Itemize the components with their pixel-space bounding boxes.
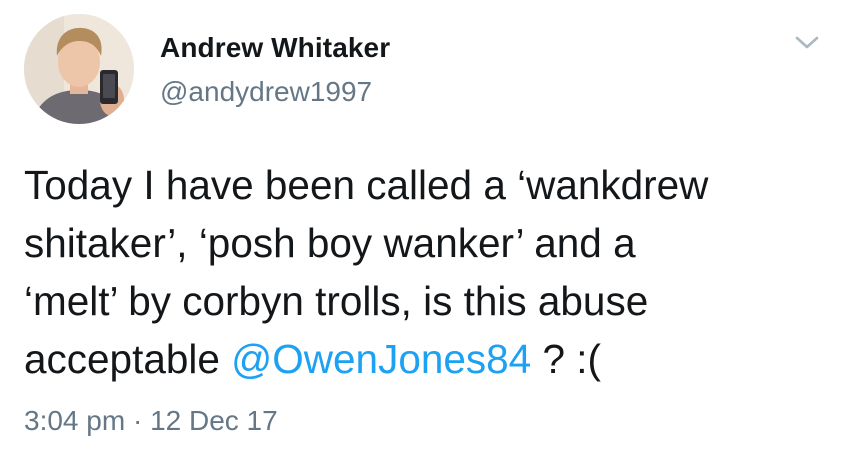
chevron-down-icon[interactable] xyxy=(793,33,821,53)
tweet-text-fragment: ? :( xyxy=(531,336,601,382)
tweet-card: Andrew Whitaker @andydrew1997 Today I ha… xyxy=(0,0,842,462)
tweet-text-fragment: acceptable xyxy=(24,336,232,382)
author-display-name[interactable]: Andrew Whitaker xyxy=(160,32,390,64)
tweet-date[interactable]: 12 Dec 17 xyxy=(150,405,278,436)
tweet-text-line: Today I have been called a ‘wankdrew xyxy=(24,162,709,208)
avatar[interactable] xyxy=(24,14,134,124)
tweet-text-line: shitaker’, ‘posh boy wanker’ and a xyxy=(24,220,636,266)
tweet-text-line-last: acceptable @OwenJones84 ? :( xyxy=(24,330,824,388)
avatar-image xyxy=(24,14,134,124)
tweet-meta: 3:04 pm · 12 Dec 17 xyxy=(24,405,278,437)
tweet-time[interactable]: 3:04 pm xyxy=(24,405,125,436)
tweet-text-line: ‘melt’ by corbyn trolls, is this abuse xyxy=(24,278,649,324)
tweet-text: Today I have been called a ‘wankdrew shi… xyxy=(24,156,824,388)
mention-link[interactable]: @OwenJones84 xyxy=(231,336,531,382)
meta-separator: · xyxy=(125,405,151,436)
author-handle[interactable]: @andydrew1997 xyxy=(160,76,372,108)
